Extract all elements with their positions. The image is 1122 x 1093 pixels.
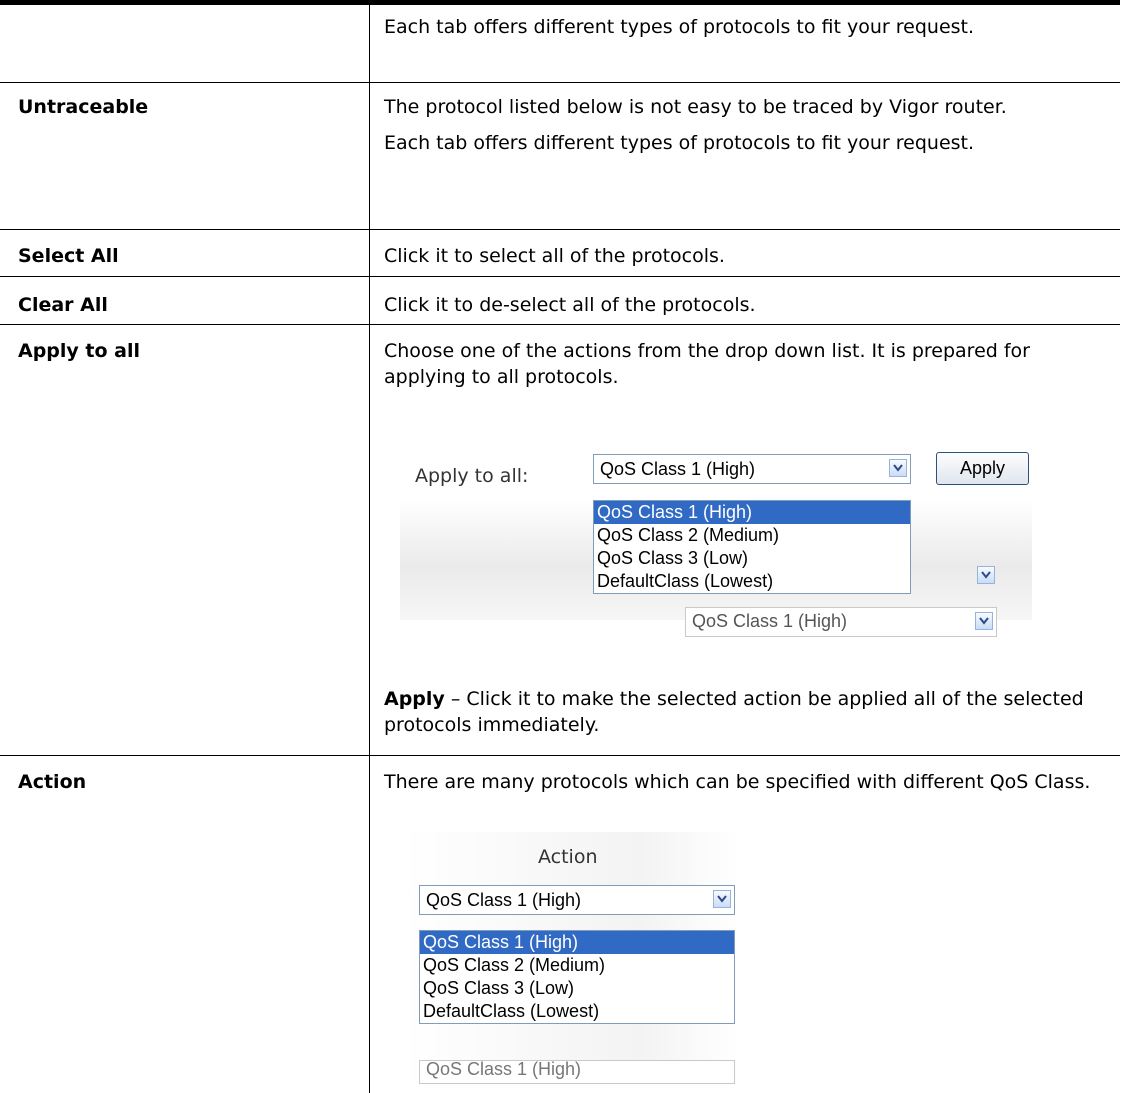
apply-note: Apply – Click it to make the selected ac… [384,686,1104,738]
action-header: Action [538,846,598,868]
row-divider [0,324,1120,325]
select-value: QoS Class 1 (High) [600,459,756,479]
action-dropdown-list: QoS Class 1 (High) QoS Class 2 (Medium) … [419,930,735,1024]
description-text: Click it to de-select all of the protoco… [384,294,756,316]
dropdown-option[interactable]: QoS Class 3 (Low) [594,547,910,570]
apply-to-all-label: Apply to all: [415,465,529,487]
apply-to-all-select[interactable]: QoS Class 1 (High) [593,454,911,484]
dropdown-option[interactable]: DefaultClass (Lowest) [420,1000,734,1023]
apply-note-text: – Click it to make the selected action b… [384,688,1084,736]
row-description: Choose one of the actions from the drop … [384,338,1104,390]
dropdown-option[interactable]: QoS Class 1 (High) [594,501,910,524]
row-term: Clear All [18,294,108,316]
row-description: The protocol listed below is not easy to… [384,94,1104,156]
row-description: Click it to select all of the protocols. [384,243,1104,269]
description-text: Each tab offers different types of proto… [384,16,975,38]
row-divider [0,755,1120,756]
chevron-down-icon [975,612,993,630]
row-description: There are many protocols which can be sp… [384,769,1104,795]
row-term: Apply to all [18,340,141,362]
description-text: There are many protocols which can be sp… [384,771,1091,793]
column-divider [369,0,370,1093]
select-value: QoS Class 1 (High) [692,611,848,631]
row-divider [0,229,1120,230]
select-value: QoS Class 1 (High) [426,1060,582,1079]
apply-note-term: Apply [384,688,445,710]
chevron-down-icon[interactable] [713,890,731,908]
apply-button[interactable]: Apply [936,452,1029,485]
apply-to-all-dropdown-list: QoS Class 1 (High) QoS Class 2 (Medium) … [593,500,911,594]
description-text: Click it to select all of the protocols. [384,245,725,267]
row-divider [0,82,1120,83]
dropdown-option[interactable]: DefaultClass (Lowest) [594,570,910,593]
table-top-border [0,0,1120,5]
chevron-down-icon[interactable] [889,459,907,477]
behind-select: QoS Class 1 (High) [419,1060,735,1084]
action-select[interactable]: QoS Class 1 (High) [419,885,735,915]
dropdown-option[interactable]: QoS Class 3 (Low) [420,977,734,1000]
row-divider [0,276,1120,277]
dropdown-option[interactable]: QoS Class 1 (High) [420,931,734,954]
row-term: Select All [18,245,119,267]
description-text: Each tab offers different types of proto… [384,132,975,154]
row-term: Action [18,771,87,793]
dropdown-option[interactable]: QoS Class 2 (Medium) [594,524,910,547]
description-text: The protocol listed below is not easy to… [384,96,1007,118]
behind-select: QoS Class 1 (High) [685,607,997,637]
row-term: Untraceable [18,96,149,118]
behind-select-arrow [970,562,998,592]
description-text: Choose one of the actions from the drop … [384,340,1030,388]
row-description: Each tab offers different types of proto… [384,14,1104,40]
row-description: Click it to de-select all of the protoco… [384,292,1104,318]
dropdown-option[interactable]: QoS Class 2 (Medium) [420,954,734,977]
chevron-down-icon [977,566,995,584]
select-value: QoS Class 1 (High) [426,890,582,910]
